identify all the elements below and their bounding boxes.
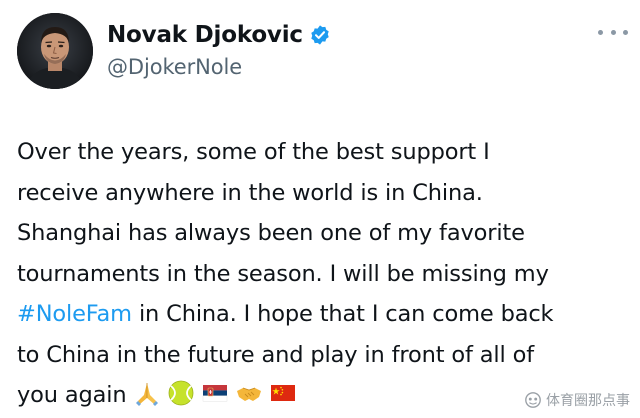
tweet-line-5: #NoleFam in China. I hope that I can com… <box>17 294 632 335</box>
tweet-line-7-text: you again <box>17 382 127 408</box>
china-flag-icon <box>269 379 297 407</box>
tweet-line-4: tournaments in the season. I will be mis… <box>17 260 549 287</box>
tweet-card: Novak Djokovic @DjokerNole Over the year… <box>0 0 640 418</box>
tweet-line-6: to China in the future and play in front… <box>17 341 534 368</box>
watermark: 体育圈那点事 <box>524 390 630 410</box>
tweet-line-3: Shanghai has always been one of my favor… <box>17 220 525 246</box>
dot-icon <box>623 29 628 35</box>
tweet-text: Over the years, some of the best support… <box>17 132 632 416</box>
tennis-ball-icon <box>167 379 195 407</box>
dot-icon <box>598 29 603 35</box>
hashtag-link[interactable]: #NoleFam <box>17 301 132 327</box>
serbia-flag-icon <box>201 379 229 407</box>
dot-icon <box>610 29 616 35</box>
tweet-line-5-text: in China. I hope that I can come back <box>131 301 554 327</box>
display-name[interactable]: Novak Djokovic <box>107 22 303 48</box>
tweet-line-1: Over the years, some of the best support… <box>17 139 490 165</box>
avatar[interactable] <box>17 13 93 89</box>
user-handle[interactable]: @DjokerNole <box>107 55 331 79</box>
name-row: Novak Djokovic <box>107 17 331 53</box>
tweet-header: Novak Djokovic @DjokerNole <box>107 17 331 79</box>
watermark-text: 体育圈那点事 <box>546 393 630 409</box>
folded-hands-icon <box>133 379 161 407</box>
more-options-icon[interactable] <box>598 22 628 42</box>
avatar-image <box>17 13 93 89</box>
watermark-logo-icon <box>525 392 541 408</box>
tweet-line-2: receive anywhere in the world is in Chin… <box>17 179 483 206</box>
handshake-icon <box>235 379 263 407</box>
verified-badge-icon <box>309 24 331 46</box>
